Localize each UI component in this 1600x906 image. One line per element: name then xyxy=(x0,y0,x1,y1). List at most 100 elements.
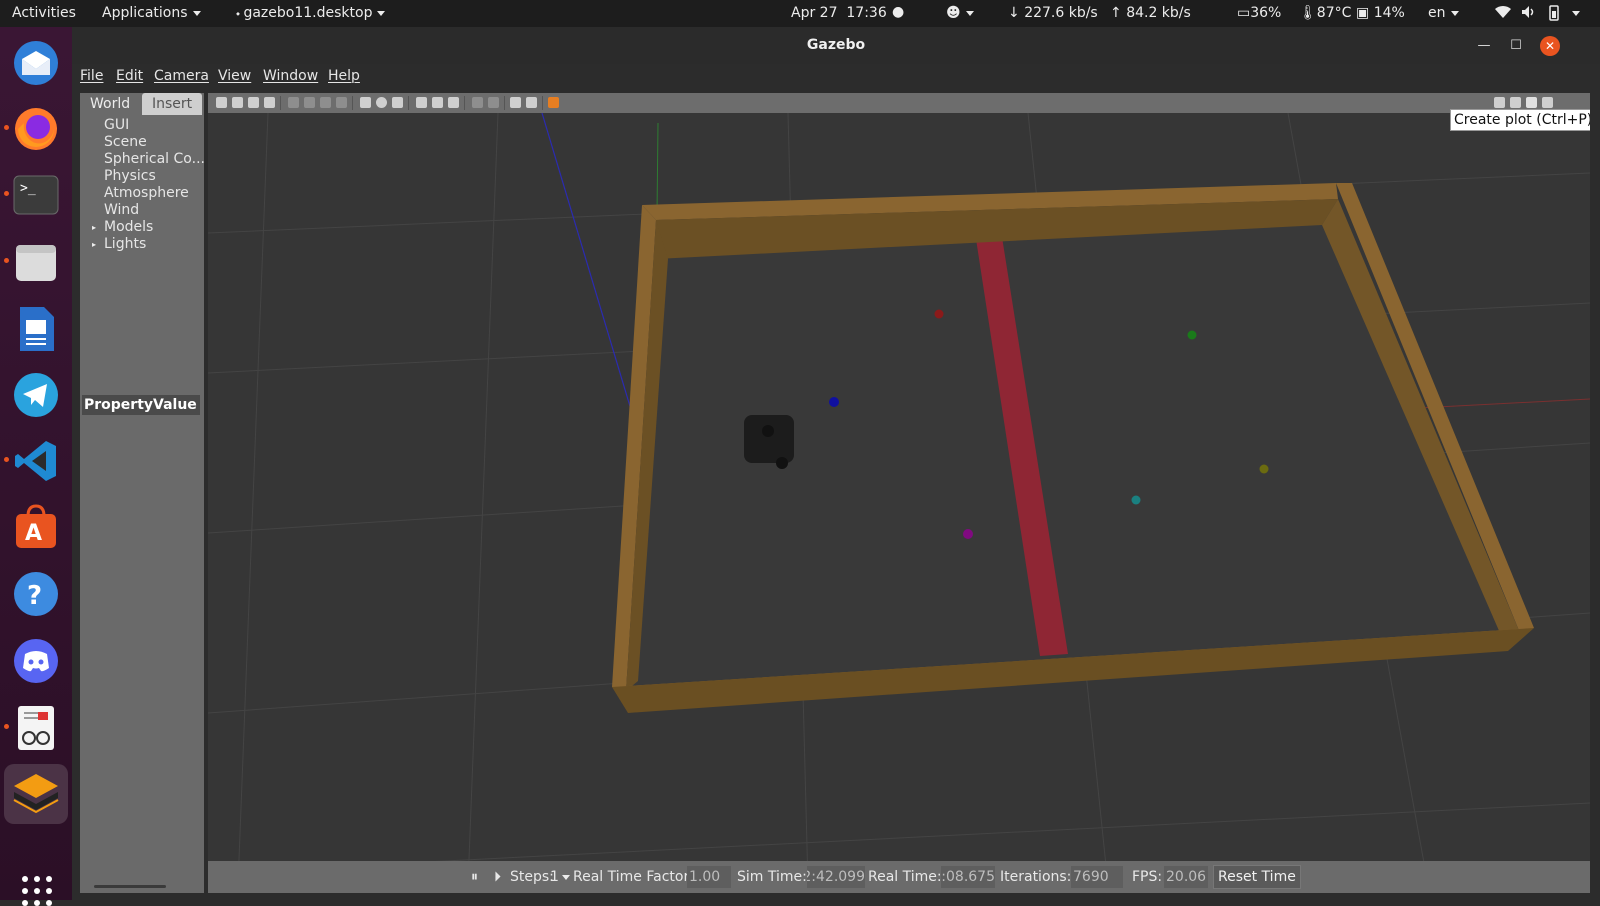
libreoffice-writer-icon[interactable] xyxy=(10,303,62,355)
system-menu-chevron-icon[interactable] xyxy=(1572,5,1580,21)
scene-render[interactable] xyxy=(208,113,1590,885)
sphere-shape-icon[interactable] xyxy=(376,97,387,108)
expand-arrow-icon[interactable]: ▸ xyxy=(92,219,96,236)
steps-spinbox[interactable]: 1 xyxy=(550,869,570,885)
discord-icon[interactable] xyxy=(10,635,62,687)
tab-world[interactable]: World xyxy=(80,93,141,115)
thunderbird-icon[interactable] xyxy=(10,37,62,89)
terminal-icon[interactable]: >_ xyxy=(10,169,62,221)
menu-view[interactable]: View xyxy=(218,68,251,84)
show-applications-icon[interactable] xyxy=(22,876,52,906)
activities-button[interactable]: Activities xyxy=(12,5,76,21)
language-menu[interactable]: en xyxy=(1428,5,1459,21)
firefox-icon[interactable] xyxy=(10,103,62,155)
files-icon[interactable] xyxy=(10,236,62,288)
clock[interactable]: Apr 27 17:36 xyxy=(791,5,887,21)
running-indicator-dot xyxy=(4,258,9,263)
log-icon[interactable] xyxy=(1510,97,1521,108)
svg-text:>_: >_ xyxy=(20,181,36,196)
scale-mode-icon[interactable] xyxy=(264,97,275,108)
software-center-icon[interactable]: A xyxy=(10,501,62,553)
disk-indicator: ▣ 14% xyxy=(1356,5,1405,21)
select-mode-icon[interactable] xyxy=(216,97,227,108)
sim-time-label: Sim Time: xyxy=(737,869,807,885)
app-menu[interactable]: ⬩ gazebo11.desktop xyxy=(236,5,386,21)
tree-item-wind[interactable]: Wind xyxy=(80,202,204,219)
snap-icon[interactable] xyxy=(526,97,537,108)
steps-value: 1 xyxy=(550,869,559,885)
language-label: en xyxy=(1428,5,1446,21)
cyan-marker[interactable] xyxy=(1131,495,1141,505)
iterations-label: Iterations: xyxy=(1000,869,1072,885)
tree-item-physics[interactable]: Physics xyxy=(80,168,204,185)
chevron-down-icon xyxy=(192,10,201,16)
tree-item-models-label: Models xyxy=(104,219,154,235)
plot-icon[interactable] xyxy=(1526,97,1537,108)
tree-item-scene[interactable]: Scene xyxy=(80,134,204,151)
tree-item-gui[interactable]: GUI xyxy=(80,117,204,134)
copy-icon[interactable] xyxy=(472,97,483,108)
robot-model[interactable] xyxy=(744,415,794,463)
title-bar[interactable]: Gazebo — ☐ ✕ xyxy=(72,27,1600,64)
tab-insert[interactable]: Insert xyxy=(142,93,202,115)
3d-viewport[interactable]: Create plot (Ctrl+P) xyxy=(208,93,1590,885)
indicator-menu[interactable]: ☻ xyxy=(946,5,974,21)
tree-item-atmosphere[interactable]: Atmosphere xyxy=(80,185,204,202)
gazebo-icon[interactable] xyxy=(4,764,68,824)
cpu-icon: ▭ xyxy=(1237,5,1251,21)
step-icon[interactable]: ⏵ xyxy=(494,869,501,885)
change-view-icon[interactable] xyxy=(548,97,559,108)
tree-item-models[interactable]: ▸ Models xyxy=(80,219,204,236)
battery-icon[interactable] xyxy=(1547,5,1561,25)
directional-light-icon[interactable] xyxy=(448,97,459,108)
expand-arrow-icon[interactable]: ▸ xyxy=(92,236,96,253)
z-axis-line xyxy=(541,113,633,414)
menu-help[interactable]: Help xyxy=(328,68,360,84)
undo-icon[interactable] xyxy=(288,97,299,108)
cylinder-shape-icon[interactable] xyxy=(392,97,403,108)
point-light-icon[interactable] xyxy=(416,97,427,108)
red-marker[interactable] xyxy=(934,309,944,319)
menu-bar: File Edit Camera View Window Help xyxy=(72,64,1600,90)
screenshot-icon[interactable] xyxy=(1494,97,1505,108)
translate-mode-icon[interactable] xyxy=(232,97,243,108)
gazebo-window: Gazebo — ☐ ✕ File Edit Camera View Windo… xyxy=(72,27,1600,900)
undo-dropdown-icon[interactable] xyxy=(304,97,315,108)
help-icon[interactable]: ? xyxy=(10,568,62,620)
minimize-icon[interactable]: — xyxy=(1474,36,1494,56)
real-time-label: Real Time: xyxy=(868,869,942,885)
spot-light-icon[interactable] xyxy=(432,97,443,108)
maximize-icon[interactable]: ☐ xyxy=(1506,36,1526,56)
world-tree: GUI Scene Spherical Co... Physics Atmosp… xyxy=(80,117,204,253)
paste-icon[interactable] xyxy=(488,97,499,108)
horizontal-scrollbar[interactable] xyxy=(94,885,166,888)
vscode-icon[interactable] xyxy=(10,435,62,487)
redo-icon[interactable] xyxy=(320,97,331,108)
rotate-mode-icon[interactable] xyxy=(248,97,259,108)
tree-item-lights[interactable]: ▸ Lights xyxy=(80,236,204,253)
volume-icon[interactable] xyxy=(1521,5,1537,23)
fps-label: FPS: xyxy=(1132,869,1163,885)
menu-camera[interactable]: Camera xyxy=(154,68,209,84)
video-record-icon[interactable] xyxy=(1542,97,1553,108)
telegram-icon[interactable] xyxy=(10,369,62,421)
blue-marker[interactable] xyxy=(829,397,839,407)
green-marker[interactable] xyxy=(1187,330,1197,340)
wifi-icon[interactable] xyxy=(1494,5,1512,23)
pause-icon[interactable]: ⏸ xyxy=(471,869,478,885)
menu-window[interactable]: Window xyxy=(263,68,318,84)
redo-dropdown-icon[interactable] xyxy=(336,97,347,108)
download-arrow-icon: ↓ xyxy=(1008,5,1020,21)
purple-marker[interactable] xyxy=(963,529,973,539)
reset-time-button[interactable]: Reset Time xyxy=(1213,865,1301,889)
menu-file[interactable]: File xyxy=(80,68,103,84)
align-icon[interactable] xyxy=(510,97,521,108)
applications-menu[interactable]: Applications xyxy=(102,5,201,21)
close-icon[interactable]: ✕ xyxy=(1540,36,1560,56)
disk-value: 14% xyxy=(1373,5,1405,21)
yellow-marker[interactable] xyxy=(1259,464,1269,474)
box-shape-icon[interactable] xyxy=(360,97,371,108)
menu-edit[interactable]: Edit xyxy=(116,68,143,84)
tree-item-spherical-coordinates[interactable]: Spherical Co... xyxy=(80,151,204,168)
document-viewer-icon[interactable] xyxy=(10,702,62,754)
